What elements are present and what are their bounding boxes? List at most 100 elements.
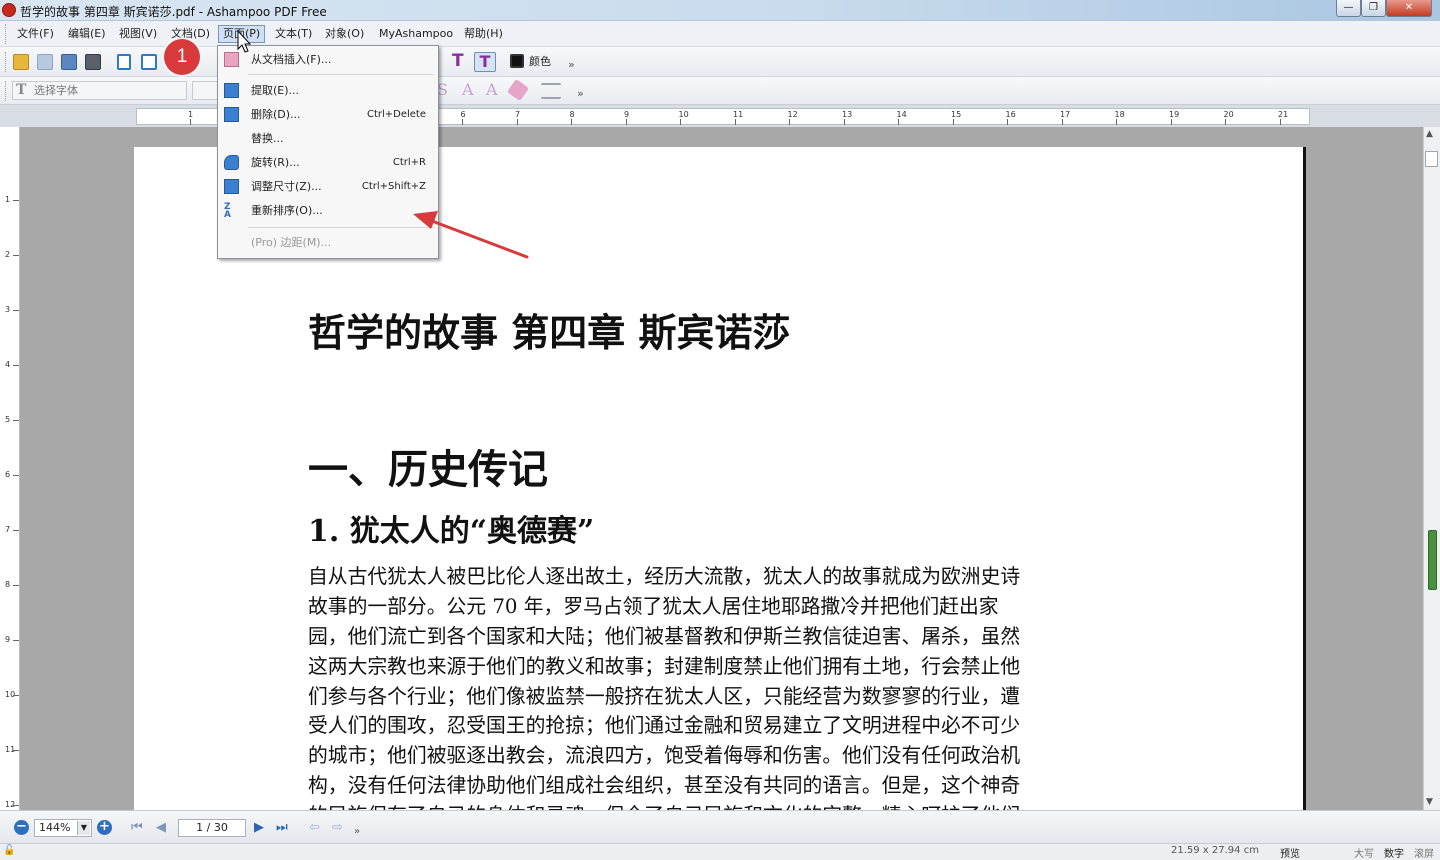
first-page-icon[interactable]: ⏮	[131, 820, 143, 835]
app-logo-icon[interactable]	[2, 3, 16, 17]
menu-help[interactable]: 帮助(H)	[459, 25, 508, 43]
zoom-select[interactable]: 144% ▼	[34, 819, 92, 837]
menu-item-margins-pro[interactable]: (Pro) 边距(M)...	[218, 233, 438, 253]
paragraph-line: 们参与各个行业；他们像被监禁一般挤在犹太人区，只能经营为数寥寥的行业，遭	[308, 685, 1021, 708]
format-toolbar-grip[interactable]	[5, 81, 8, 101]
insert-page-icon	[224, 52, 239, 67]
back-icon[interactable]: ⇦	[309, 820, 320, 835]
font-size-box[interactable]	[192, 81, 218, 100]
zoom-out-icon[interactable]: −	[14, 820, 29, 835]
menu-separator	[248, 74, 434, 75]
vertical-scrollbar[interactable]: ▲ ▼	[1423, 127, 1440, 810]
ruler-label: 9	[5, 635, 11, 644]
ruler-label: 19	[1169, 110, 1180, 119]
forward-icon[interactable]: ⇨	[332, 820, 343, 835]
ruler-tick	[734, 119, 736, 125]
toolbar-grip[interactable]	[5, 52, 8, 72]
menu-item-insert-from-document[interactable]: 从文档插入(F)...	[218, 50, 438, 70]
menu-edit[interactable]: 编辑(E)	[63, 25, 111, 43]
text-tool-icon[interactable]: T	[452, 53, 468, 70]
ruler-tick	[462, 119, 463, 125]
section-heading: 一、历史传记	[308, 446, 548, 493]
scroll-up-icon[interactable]: ▲	[1426, 129, 1433, 139]
toolbar-overflow-icon[interactable]: »	[568, 58, 575, 71]
status-bar: 🔓 21.59 x 27.94 cm 预览 大写 数字 滚屏	[0, 843, 1440, 860]
side-panel-tab[interactable]	[1428, 530, 1437, 590]
chevron-down-icon[interactable]: ▼	[77, 821, 90, 835]
menu-text[interactable]: 文本(T)	[270, 25, 317, 43]
ruler-label: 1	[5, 195, 11, 204]
scroll-down-icon[interactable]: ▼	[1426, 797, 1433, 807]
last-page-icon[interactable]: ⏭	[276, 820, 288, 835]
strikethrough-icon[interactable]: S	[437, 82, 453, 98]
fit-page-icon[interactable]	[117, 54, 131, 70]
ruler-tick	[1061, 119, 1063, 125]
num-indicator: 数字	[1384, 849, 1404, 860]
next-page-icon[interactable]: ▶	[254, 820, 264, 835]
color-swatch-icon[interactable]	[510, 54, 524, 68]
ruler-label: 5	[5, 415, 11, 424]
eraser-icon[interactable]	[506, 78, 530, 102]
menu-view[interactable]: 视图(V)	[114, 25, 162, 43]
page-size-readout: 21.59 x 27.94 cm	[1171, 845, 1259, 856]
scroll-indicator: 滚屏	[1414, 849, 1434, 860]
paragraph-line: 园，他们流亡到各个国家和大陆；他们被基督教和伊斯兰教信徒迫害、屠杀，虽然	[308, 625, 1021, 648]
save-disabled-icon[interactable]	[37, 54, 53, 70]
menu-file[interactable]: 文件(F)	[12, 25, 59, 43]
ruler-label: 8	[5, 580, 11, 589]
page-navigation-bar: − 144% ▼ + ⏮ ◀ 1 / 30 ▶ ⏭ ⇦ ⇨ »	[0, 810, 1440, 843]
ruler-label: 9	[624, 110, 630, 119]
menu-item-resize[interactable]: 调整尺寸(Z)... Ctrl+Shift+Z	[218, 177, 438, 197]
ruler-label: 7	[5, 525, 11, 534]
ruler-tick	[516, 119, 518, 125]
ruler-label: 1	[188, 110, 194, 119]
superscript-icon[interactable]: A	[462, 82, 478, 98]
subsection-heading: 1. 犹太人的“奥德赛”	[308, 514, 595, 549]
close-button[interactable]: ✕	[1386, 0, 1432, 17]
format-toolbar: S A A »	[0, 77, 1440, 105]
ruler-tick	[13, 585, 19, 586]
ruler-tick	[13, 805, 19, 806]
preview-indicator: 预览	[1280, 849, 1300, 860]
ruler-label: 8	[569, 110, 575, 119]
ruler-tick	[1116, 119, 1117, 125]
menu-item-rotate[interactable]: 旋转(R)... Ctrl+R	[218, 153, 438, 173]
ruler-label: 21	[1278, 110, 1289, 119]
menu-myashampoo[interactable]: MyAshampoo	[374, 25, 458, 43]
ruler-tick	[13, 200, 19, 201]
format-toolbar-overflow-icon[interactable]: »	[577, 87, 584, 100]
font-selector[interactable]: 选择字体	[12, 81, 187, 100]
ruler-tick	[13, 310, 19, 311]
menubar-grip[interactable]	[5, 24, 8, 44]
menu-item-extract[interactable]: 提取(E)...	[218, 81, 438, 101]
maximize-button[interactable]: ❐	[1361, 0, 1386, 17]
paragraph-line: 故事的一部分。公元 70 年，罗马占领了犹太人居住地耶路撒冷并把他们赶出家	[308, 595, 999, 618]
subscript-icon[interactable]: A	[486, 82, 502, 98]
menu-item-reorder[interactable]: ZA 重新排序(O)...	[218, 201, 438, 221]
scroll-thumb[interactable]	[1425, 151, 1438, 167]
menu-object[interactable]: 对象(O)	[320, 25, 369, 43]
window-title: 哲学的故事 第四章 斯宾诺莎.pdf - Ashampoo PDF Free	[20, 5, 327, 19]
vertical-ruler: 1 2 3 4 5 6 7 8 9 10 11 12	[0, 127, 20, 810]
open-folder-icon[interactable]	[13, 54, 29, 70]
menu-item-delete[interactable]: 删除(D)... Ctrl+Delete	[218, 105, 438, 125]
delete-page-icon	[224, 107, 239, 122]
menu-item-replace[interactable]: 替换...	[218, 129, 438, 149]
add-text-icon[interactable]: T	[474, 52, 496, 72]
page-number-field[interactable]: 1 / 30	[178, 819, 246, 837]
minimize-button[interactable]: —	[1336, 0, 1361, 17]
ruler-label: 15	[951, 110, 962, 119]
pagebar-overflow-icon[interactable]: »	[354, 826, 360, 837]
ruler-label: 11	[733, 110, 744, 119]
color-label[interactable]: 颜色	[529, 53, 551, 69]
fit-width-icon[interactable]	[141, 54, 157, 70]
print-icon[interactable]	[85, 54, 101, 70]
step-number-badge: 1	[164, 39, 200, 75]
ruler-tick	[13, 420, 19, 421]
line-spacing-icon[interactable]	[541, 83, 561, 99]
previous-page-icon[interactable]: ◀	[156, 820, 166, 835]
save-as-icon[interactable]	[61, 54, 77, 70]
zoom-in-icon[interactable]: +	[97, 820, 112, 835]
menu-page[interactable]: 页面(P)	[218, 25, 266, 43]
ruler-tick	[843, 119, 845, 125]
